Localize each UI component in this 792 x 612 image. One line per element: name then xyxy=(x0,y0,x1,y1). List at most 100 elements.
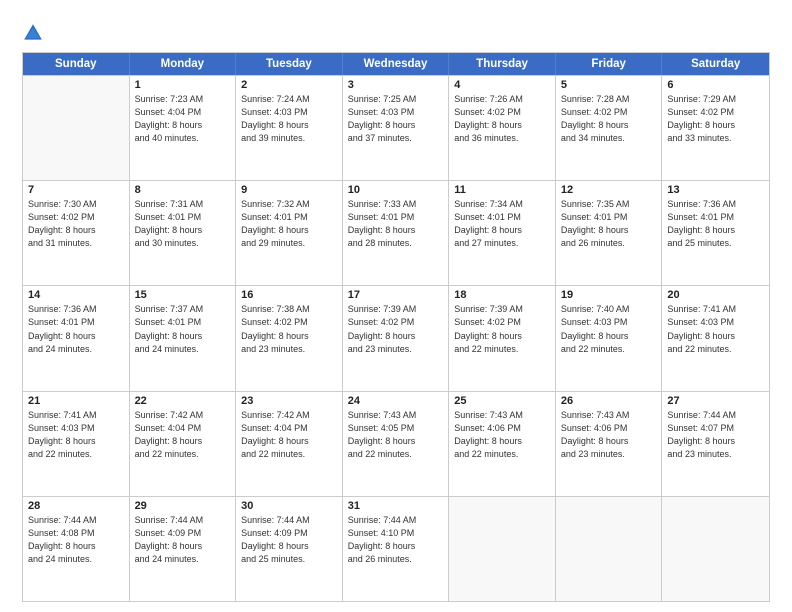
cell-line: Sunrise: 7:44 AM xyxy=(135,514,231,527)
cell-line: Sunset: 4:01 PM xyxy=(561,211,657,224)
cell-line: and 24 minutes. xyxy=(135,343,231,356)
cell-line: Sunset: 4:02 PM xyxy=(667,106,764,119)
calendar-row-3: 14Sunrise: 7:36 AMSunset: 4:01 PMDayligh… xyxy=(23,285,769,390)
cell-line: Daylight: 8 hours xyxy=(348,540,444,553)
cell-line: Daylight: 8 hours xyxy=(561,435,657,448)
calendar-row-2: 7 Sunrise: 7:30 AMSunset: 4:02 PM Daylight… xyxy=(23,180,769,285)
cell-line: Sunrise: 7:44 AM xyxy=(241,514,337,527)
cell-line: Sunrise: 7:24 AM xyxy=(241,93,337,106)
cell-line: and 28 minutes. xyxy=(348,237,444,250)
cell-line: and 24 minutes. xyxy=(135,553,231,566)
calendar-cell: 23Sunrise: 7:42 AMSunset: 4:04 PMDayligh… xyxy=(236,392,343,496)
day-number: 28 xyxy=(28,500,124,512)
cell-line: Sunrise: 7:37 AM xyxy=(135,303,231,316)
calendar-row-5: 28Sunrise: 7:44 AMSunset: 4:08 PMDayligh… xyxy=(23,496,769,601)
calendar-cell: 29Sunrise: 7:44 AMSunset: 4:09 PMDayligh… xyxy=(130,497,237,601)
cell-line: and 22 minutes. xyxy=(561,343,657,356)
cell-line: Daylight: 8 hours xyxy=(561,224,657,237)
cell-line: Sunrise: 7:23 AM xyxy=(135,93,231,106)
cell-line: Daylight: 8 hours xyxy=(348,435,444,448)
cell-line: Sunrise: 7:42 AM xyxy=(135,409,231,422)
cell-line: and 27 minutes. xyxy=(454,237,550,250)
day-number: 5 xyxy=(561,79,657,91)
cell-line: and 39 minutes. xyxy=(241,132,337,145)
day-number: 2 xyxy=(241,79,337,91)
calendar-cell: 4Sunrise: 7:26 AMSunset: 4:02 PMDaylight… xyxy=(449,76,556,180)
cell-line: and 22 minutes. xyxy=(348,448,444,461)
page: SundayMondayTuesdayWednesdayThursdayFrid… xyxy=(0,0,792,612)
cell-line: Sunset: 4:02 PM xyxy=(348,316,444,329)
cell-line: Sunrise: 7:42 AM xyxy=(241,409,337,422)
cell-line: Sunset: 4:01 PM xyxy=(667,211,764,224)
cell-line: Sunset: 4:03 PM xyxy=(561,316,657,329)
cell-line: Daylight: 8 hours xyxy=(241,330,337,343)
cell-line: Daylight: 8 hours xyxy=(348,330,444,343)
cell-line: Daylight: 8 hours xyxy=(667,119,764,132)
cell-line: and 40 minutes. xyxy=(135,132,231,145)
day-number: 11 xyxy=(454,184,550,196)
day-number: 24 xyxy=(348,395,444,407)
calendar-cell: 1Sunrise: 7:23 AMSunset: 4:04 PMDaylight… xyxy=(130,76,237,180)
calendar-cell: 31Sunrise: 7:44 AMSunset: 4:10 PMDayligh… xyxy=(343,497,450,601)
cell-line: Daylight: 8 hours xyxy=(454,330,550,343)
day-number: 17 xyxy=(348,289,444,301)
calendar-header-row: SundayMondayTuesdayWednesdayThursdayFrid… xyxy=(23,53,769,75)
cell-line: and 23 minutes. xyxy=(348,343,444,356)
cell-line: Sunrise: 7:43 AM xyxy=(348,409,444,422)
calendar-cell: 13Sunrise: 7:36 AMSunset: 4:01 PMDayligh… xyxy=(662,181,769,285)
cell-line: and 26 minutes. xyxy=(348,553,444,566)
calendar-cell: 3Sunrise: 7:25 AMSunset: 4:03 PMDaylight… xyxy=(343,76,450,180)
cell-line: Daylight: 8 hours xyxy=(667,224,764,237)
cell-line: Sunset: 4:01 PM xyxy=(28,316,124,329)
cell-line: Daylight: 8 hours xyxy=(348,119,444,132)
day-number: 9 xyxy=(241,184,337,196)
cell-line: and 34 minutes. xyxy=(561,132,657,145)
cell-line: Daylight: 8 hours xyxy=(135,119,231,132)
day-number: 25 xyxy=(454,395,550,407)
cell-line: Sunset: 4:01 PM xyxy=(135,316,231,329)
header-day-sunday: Sunday xyxy=(23,53,130,75)
cell-line: Sunset: 4:04 PM xyxy=(241,422,337,435)
day-number: 15 xyxy=(135,289,231,301)
cell-line: and 33 minutes. xyxy=(667,132,764,145)
calendar: SundayMondayTuesdayWednesdayThursdayFrid… xyxy=(22,52,770,602)
day-number: 10 xyxy=(348,184,444,196)
calendar-cell: 10Sunrise: 7:33 AMSunset: 4:01 PMDayligh… xyxy=(343,181,450,285)
day-number: 8 xyxy=(135,184,231,196)
day-number: 20 xyxy=(667,289,764,301)
cell-line: and 24 minutes. xyxy=(28,343,124,356)
cell-line: Sunrise: 7:30 AM xyxy=(28,198,124,211)
header-day-friday: Friday xyxy=(556,53,663,75)
cell-line: and 22 minutes. xyxy=(454,448,550,461)
cell-line: Sunrise: 7:44 AM xyxy=(667,409,764,422)
day-number: 7 xyxy=(28,184,124,196)
cell-line: Daylight: 8 hours xyxy=(241,224,337,237)
calendar-cell: 22Sunrise: 7:42 AMSunset: 4:04 PMDayligh… xyxy=(130,392,237,496)
cell-line: and 22 minutes. xyxy=(454,343,550,356)
header xyxy=(22,18,770,44)
calendar-cell: 18Sunrise: 7:39 AMSunset: 4:02 PMDayligh… xyxy=(449,286,556,390)
cell-line: Sunset: 4:09 PM xyxy=(241,527,337,540)
cell-line: Sunset: 4:02 PM xyxy=(28,211,124,224)
cell-line: Daylight: 8 hours xyxy=(241,540,337,553)
cell-line: Sunrise: 7:41 AM xyxy=(28,409,124,422)
cell-line: Daylight: 8 hours xyxy=(135,435,231,448)
cell-line: and 22 minutes. xyxy=(241,448,337,461)
cell-line: and 36 minutes. xyxy=(454,132,550,145)
cell-line: Sunset: 4:09 PM xyxy=(135,527,231,540)
cell-line: and 25 minutes. xyxy=(667,237,764,250)
cell-line: and 37 minutes. xyxy=(348,132,444,145)
cell-line: Sunrise: 7:39 AM xyxy=(454,303,550,316)
cell-line: and 29 minutes. xyxy=(241,237,337,250)
day-number: 19 xyxy=(561,289,657,301)
cell-line: and 22 minutes. xyxy=(135,448,231,461)
day-number: 29 xyxy=(135,500,231,512)
calendar-cell: 17Sunrise: 7:39 AMSunset: 4:02 PMDayligh… xyxy=(343,286,450,390)
cell-line: Sunset: 4:01 PM xyxy=(241,211,337,224)
cell-line: Sunset: 4:03 PM xyxy=(28,422,124,435)
calendar-cell xyxy=(556,497,663,601)
header-day-monday: Monday xyxy=(130,53,237,75)
cell-line: Daylight: 8 hours xyxy=(135,330,231,343)
cell-line: and 31 minutes. xyxy=(28,237,124,250)
cell-line: Sunset: 4:04 PM xyxy=(135,422,231,435)
